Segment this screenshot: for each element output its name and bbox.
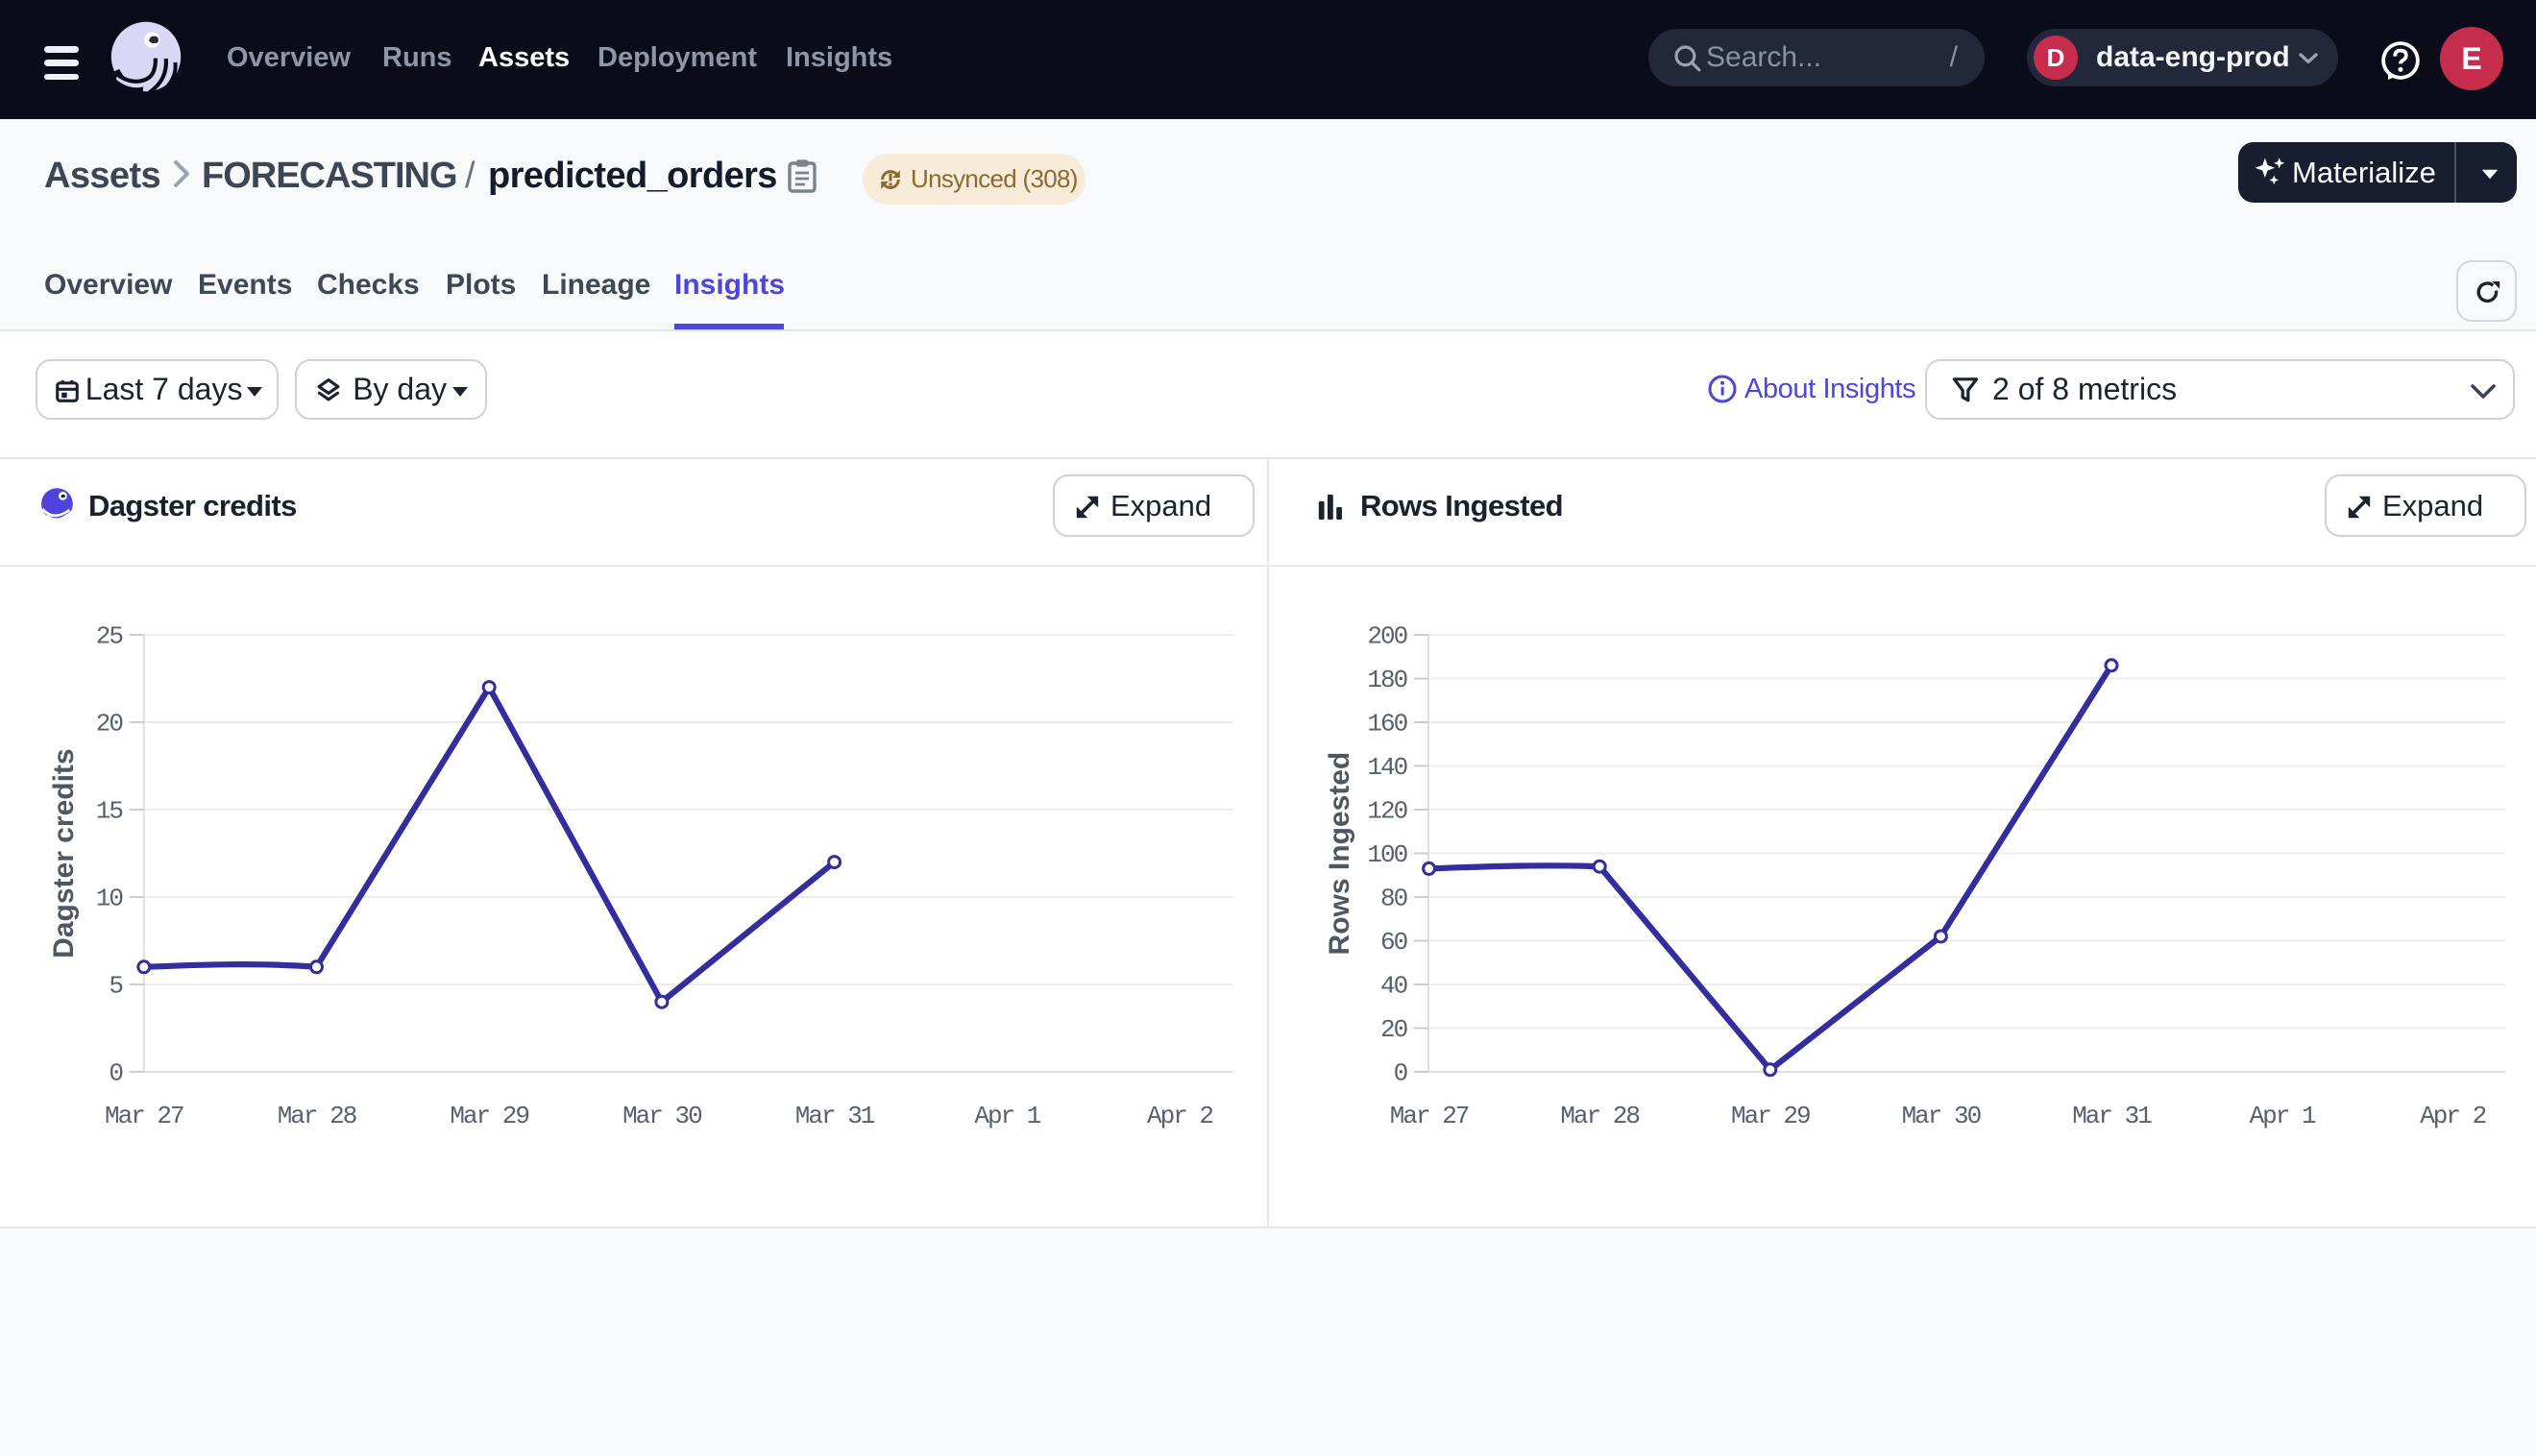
svg-text:15: 15	[96, 797, 123, 826]
svg-text:Mar 29: Mar 29	[450, 1102, 528, 1130]
svg-text:60: 60	[1380, 928, 1407, 957]
svg-text:Mar 28: Mar 28	[278, 1102, 356, 1130]
svg-text:Mar 27: Mar 27	[105, 1102, 183, 1130]
svg-text:160: 160	[1367, 710, 1406, 739]
svg-text:120: 120	[1367, 797, 1406, 826]
svg-text:Apr 2: Apr 2	[2420, 1102, 2485, 1130]
svg-text:25: 25	[96, 622, 123, 651]
svg-text:Mar 30: Mar 30	[1902, 1102, 1981, 1130]
svg-text:20: 20	[96, 710, 123, 739]
svg-text:80: 80	[1380, 885, 1407, 913]
svg-text:Mar 29: Mar 29	[1731, 1102, 1810, 1130]
svg-text:140: 140	[1367, 753, 1406, 782]
svg-text:Apr 1: Apr 1	[974, 1102, 1040, 1130]
svg-text:Mar 31: Mar 31	[795, 1102, 875, 1130]
svg-text:Dagster credits: Dagster credits	[48, 748, 80, 958]
svg-text:Rows Ingested: Rows Ingested	[1324, 752, 1355, 956]
svg-text:10: 10	[96, 885, 123, 913]
svg-text:20: 20	[1380, 1015, 1407, 1044]
svg-text:5: 5	[109, 972, 122, 1001]
svg-text:0: 0	[1394, 1059, 1407, 1088]
svg-text:0: 0	[109, 1059, 122, 1088]
svg-text:Mar 27: Mar 27	[1390, 1102, 1469, 1130]
svg-text:Apr 2: Apr 2	[1147, 1102, 1212, 1130]
svg-text:Mar 31: Mar 31	[2072, 1102, 2152, 1130]
svg-text:180: 180	[1367, 666, 1406, 694]
svg-text:Mar 30: Mar 30	[622, 1102, 701, 1130]
svg-text:100: 100	[1367, 840, 1406, 869]
svg-text:40: 40	[1380, 972, 1407, 1001]
svg-text:Mar 28: Mar 28	[1560, 1102, 1639, 1130]
svg-text:200: 200	[1367, 622, 1406, 651]
svg-text:Apr 1: Apr 1	[2250, 1102, 2316, 1130]
